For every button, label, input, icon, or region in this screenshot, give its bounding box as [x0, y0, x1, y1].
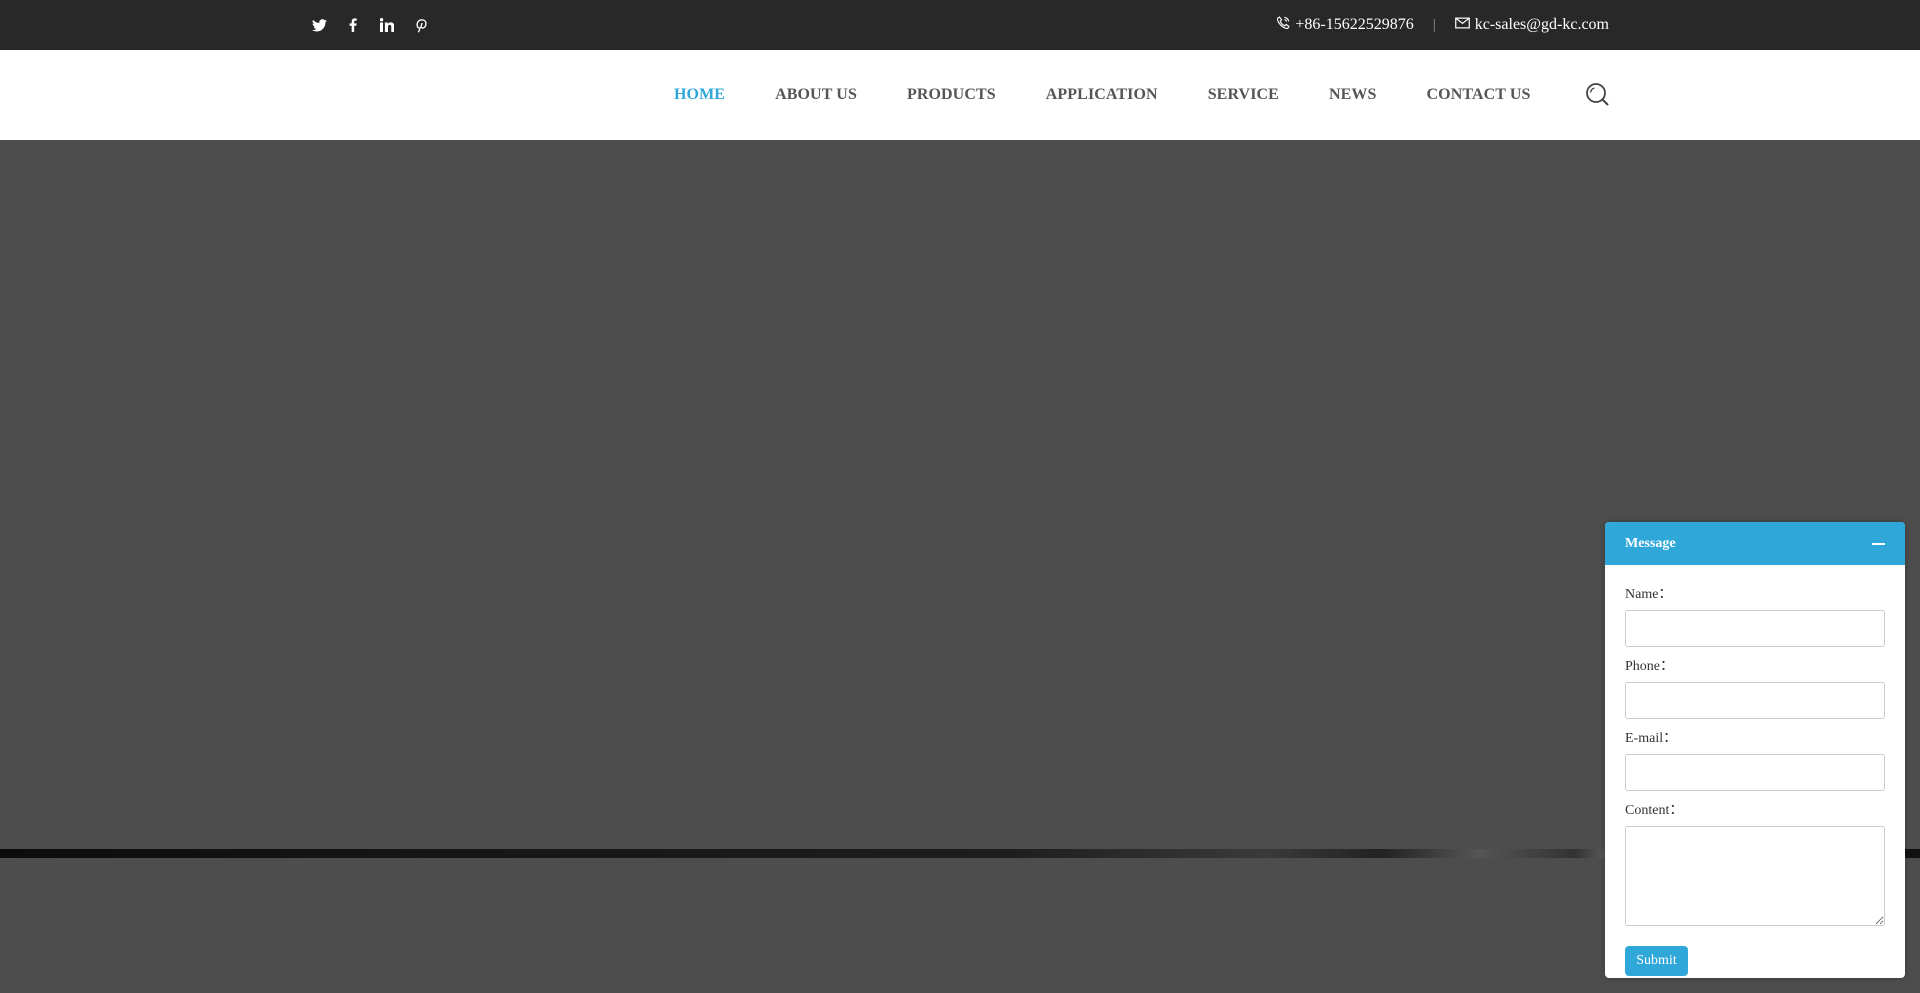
email-contact: kc-sales@gd-kc.com — [1454, 16, 1609, 34]
message-form: Name： Phone： E-mail： Content： Submit — [1605, 565, 1905, 976]
social-links — [310, 15, 430, 35]
name-label: Name： — [1625, 587, 1673, 602]
phone-number[interactable]: +86-15622529876 — [1295, 16, 1413, 34]
nav-application[interactable]: APPLICATION — [1046, 86, 1158, 104]
search-icon[interactable] — [1584, 82, 1610, 108]
minimize-icon[interactable] — [1871, 537, 1885, 551]
envelope-icon — [1454, 16, 1470, 34]
phone-input[interactable] — [1625, 682, 1885, 719]
top-bar: +86-15622529876 | kc-sales@gd-kc.com — [0, 0, 1920, 50]
nav-news[interactable]: NEWS — [1329, 86, 1377, 104]
main-navbar: HOME ABOUT US PRODUCTS APPLICATION SERVI… — [0, 50, 1920, 140]
message-widget: Message Name： Phone： E-mail： Content： Su… — [1605, 522, 1905, 978]
phone-contact: +86-15622529876 — [1276, 15, 1414, 35]
email-address[interactable]: kc-sales@gd-kc.com — [1475, 16, 1609, 34]
phone-label: Phone： — [1625, 659, 1674, 674]
linkedin-icon[interactable] — [378, 15, 396, 35]
message-title: Message — [1625, 535, 1676, 551]
nav-service[interactable]: SERVICE — [1208, 86, 1279, 104]
email-input[interactable] — [1625, 754, 1885, 791]
submit-button[interactable]: Submit — [1625, 946, 1688, 976]
pinterest-icon[interactable] — [412, 15, 430, 35]
nav-home[interactable]: HOME — [674, 86, 725, 104]
contact-separator: | — [1432, 16, 1436, 33]
twitter-icon[interactable] — [310, 15, 328, 35]
facebook-icon[interactable] — [344, 15, 362, 35]
email-label: E-mail： — [1625, 731, 1678, 746]
nav-products[interactable]: PRODUCTS — [907, 86, 996, 104]
phone-icon — [1276, 15, 1291, 35]
main-nav: HOME ABOUT US PRODUCTS APPLICATION SERVI… — [674, 50, 1530, 140]
name-input[interactable] — [1625, 610, 1885, 647]
content-textarea[interactable] — [1625, 826, 1885, 926]
nav-contact-us[interactable]: CONTACT US — [1427, 86, 1531, 104]
contact-info: +86-15622529876 | kc-sales@gd-kc.com — [1276, 0, 1609, 50]
nav-about-us[interactable]: ABOUT US — [775, 86, 857, 104]
content-label: Content： — [1625, 803, 1684, 818]
message-header: Message — [1605, 522, 1905, 565]
